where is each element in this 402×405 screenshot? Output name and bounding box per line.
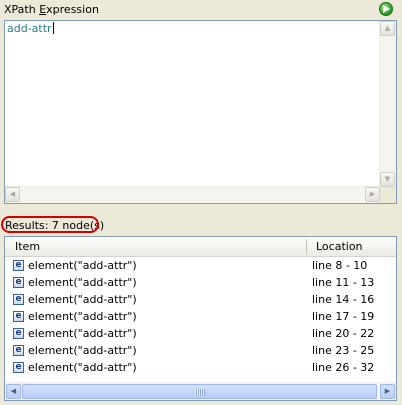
table-row[interactable]: e element("add-attr") line 11 - 13 xyxy=(5,275,385,292)
column-header-item[interactable]: Item xyxy=(15,240,40,253)
element-icon: e xyxy=(13,328,24,339)
editor-horizontal-scrollbar[interactable]: ◀ ▶ xyxy=(5,186,380,203)
element-icon: e xyxy=(13,345,24,356)
row-location: line 26 - 32 xyxy=(312,361,375,374)
editor-vertical-scrollbar[interactable]: ▲ ▼ xyxy=(379,21,396,187)
text-caret xyxy=(52,22,54,34)
element-icon: e xyxy=(13,362,24,373)
xpath-expression-editor[interactable]: add-attr ▲ ▼ ◀ ▶ xyxy=(4,20,397,204)
table-horizontal-scrollbar[interactable]: ◀ ▶ xyxy=(5,382,396,400)
row-item: element("add-attr") xyxy=(28,310,137,323)
element-icon: e xyxy=(13,294,24,305)
grip-icon xyxy=(195,389,205,396)
scroll-right-icon[interactable]: ▶ xyxy=(380,384,395,399)
scroll-up-icon[interactable]: ▲ xyxy=(380,21,395,36)
row-item: element("add-attr") xyxy=(28,259,137,272)
scroll-right-icon[interactable]: ▶ xyxy=(365,187,380,202)
scroll-down-icon[interactable]: ▼ xyxy=(380,172,395,187)
results-table: Item Location e element("add-attr") line… xyxy=(4,236,397,401)
table-row[interactable]: e element("add-attr") line 23 - 25 xyxy=(5,343,385,360)
row-item: element("add-attr") xyxy=(28,276,137,289)
scrollbar-corner xyxy=(380,187,396,203)
xpath-expression-title: XPath Expression xyxy=(4,3,99,16)
row-item: element("add-attr") xyxy=(28,344,137,357)
table-row[interactable]: e element("add-attr") line 26 - 32 xyxy=(5,360,385,377)
row-location: line 17 - 19 xyxy=(312,310,375,323)
expression-text[interactable]: add-attr xyxy=(7,22,54,35)
row-item: element("add-attr") xyxy=(28,327,137,340)
row-location: line 11 - 13 xyxy=(312,276,375,289)
element-icon: e xyxy=(13,311,24,322)
table-header: Item Location xyxy=(5,237,396,257)
column-header-location[interactable]: Location xyxy=(316,240,363,253)
run-play-icon[interactable] xyxy=(379,2,393,16)
table-row[interactable]: e element("add-attr") line 20 - 22 xyxy=(5,326,385,343)
row-location: line 20 - 22 xyxy=(312,327,375,340)
scroll-left-icon[interactable]: ◀ xyxy=(6,384,21,399)
element-icon: e xyxy=(13,260,24,271)
row-location: line 23 - 25 xyxy=(312,344,375,357)
row-item: element("add-attr") xyxy=(28,361,137,374)
results-highlight-oval xyxy=(1,216,99,233)
scrollbar-thumb[interactable] xyxy=(22,384,377,399)
row-location: line 14 - 16 xyxy=(312,293,375,306)
row-location: line 8 - 10 xyxy=(312,259,368,272)
row-item: element("add-attr") xyxy=(28,293,137,306)
table-row[interactable]: e element("add-attr") line 17 - 19 xyxy=(5,309,385,326)
table-row[interactable]: e element("add-attr") line 14 - 16 xyxy=(5,292,385,309)
element-icon: e xyxy=(13,277,24,288)
scroll-left-icon[interactable]: ◀ xyxy=(5,187,20,202)
table-row[interactable]: e element("add-attr") line 8 - 10 xyxy=(5,258,385,275)
column-divider[interactable] xyxy=(306,239,307,254)
